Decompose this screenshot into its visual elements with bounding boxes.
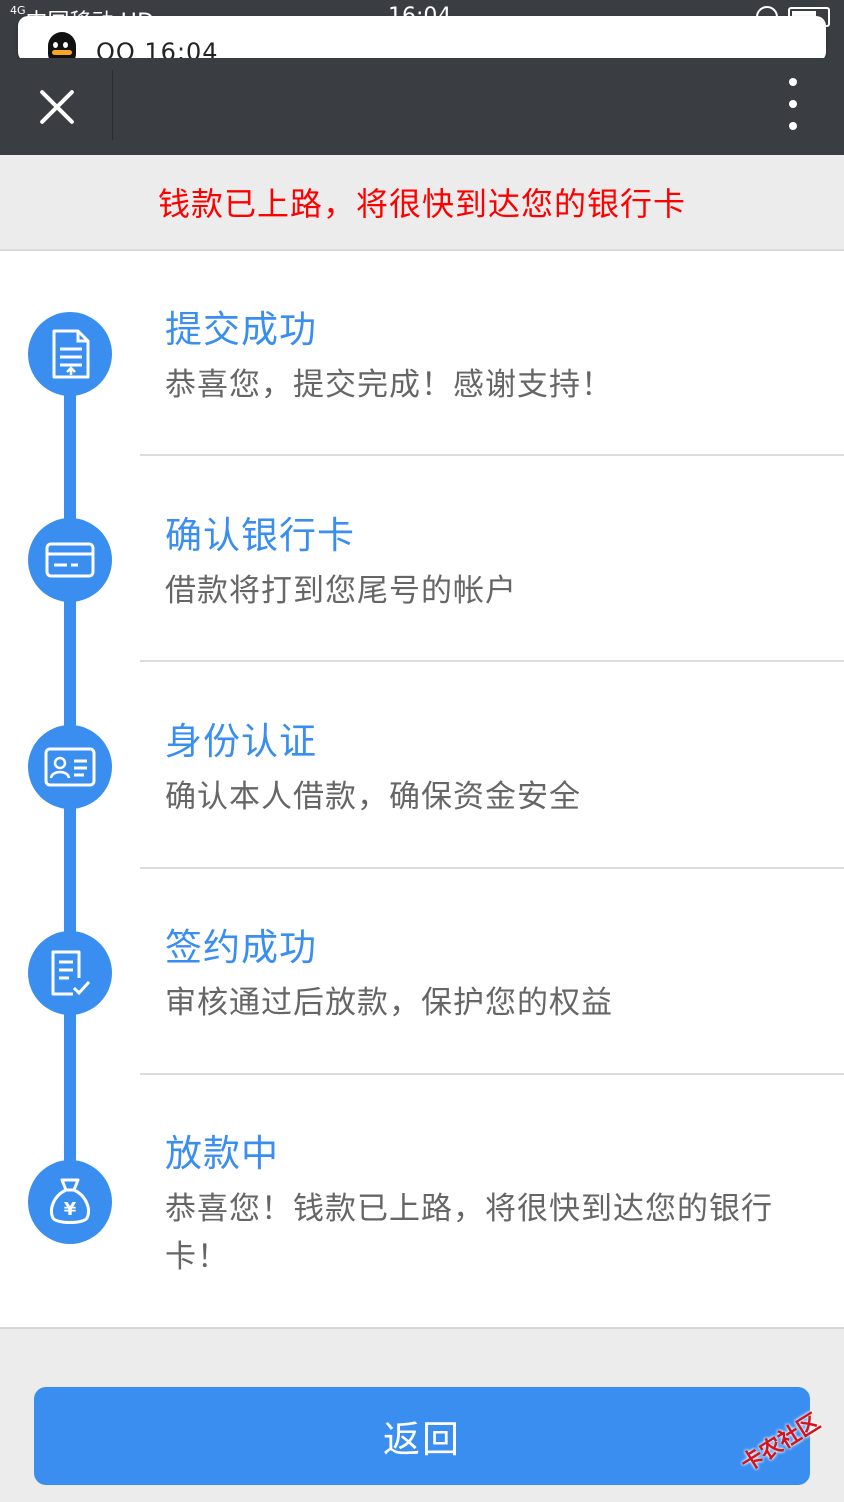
status-notice: 钱款已上路，将很快到达您的银行卡 (0, 155, 844, 251)
step-description: 确认本人借款，确保资金安全 (165, 779, 581, 815)
bank-card-icon (28, 518, 112, 602)
notification-banner[interactable]: QQ 16:04 (18, 16, 826, 62)
toolbar-divider (112, 70, 113, 140)
divider (140, 1073, 844, 1075)
step-title: 身份认证 (165, 720, 317, 763)
progress-steps: 提交成功 恭喜您，提交完成！感谢支持！ 确认银行卡 借款将打到您尾号的帐户 身份… (0, 251, 844, 1329)
svg-text:¥: ¥ (64, 1199, 77, 1220)
step-title: 签约成功 (165, 926, 317, 969)
step-description: 恭喜您！钱款已上路，将很快到达您的银行卡！ (165, 1191, 773, 1275)
document-upload-icon (28, 312, 112, 396)
step-description: 恭喜您，提交完成！感谢支持！ (165, 367, 613, 403)
divider (140, 660, 844, 662)
id-card-icon (28, 725, 112, 809)
return-button[interactable]: 返回 (34, 1387, 810, 1485)
network-type: 4G (10, 4, 26, 17)
step-title: 放款中 (165, 1132, 279, 1175)
divider (140, 867, 844, 869)
close-icon[interactable] (22, 68, 92, 144)
money-bag-icon: ¥ (28, 1160, 112, 1244)
step-title: 提交成功 (165, 308, 317, 351)
browser-toolbar (0, 58, 844, 155)
step-description: 审核通过后放款，保护您的权益 (165, 985, 613, 1021)
contract-check-icon (28, 931, 112, 1015)
more-vertical-icon[interactable] (778, 74, 808, 134)
divider (140, 454, 844, 456)
step-description: 借款将打到您尾号的帐户 (165, 573, 517, 609)
step-title: 确认银行卡 (165, 514, 355, 557)
